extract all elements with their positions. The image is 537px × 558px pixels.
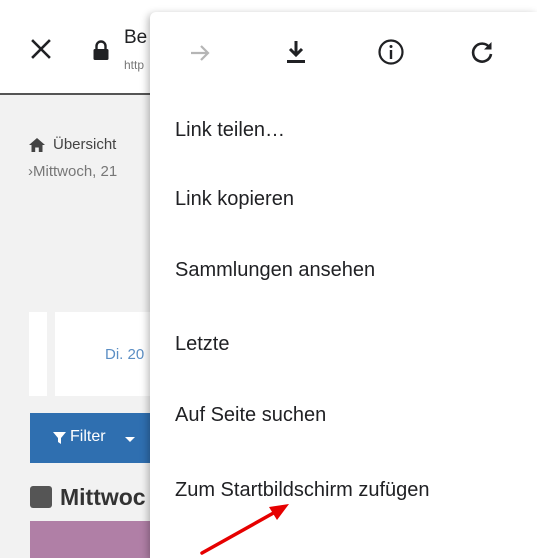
annotation-arrow-icon <box>200 504 289 555</box>
